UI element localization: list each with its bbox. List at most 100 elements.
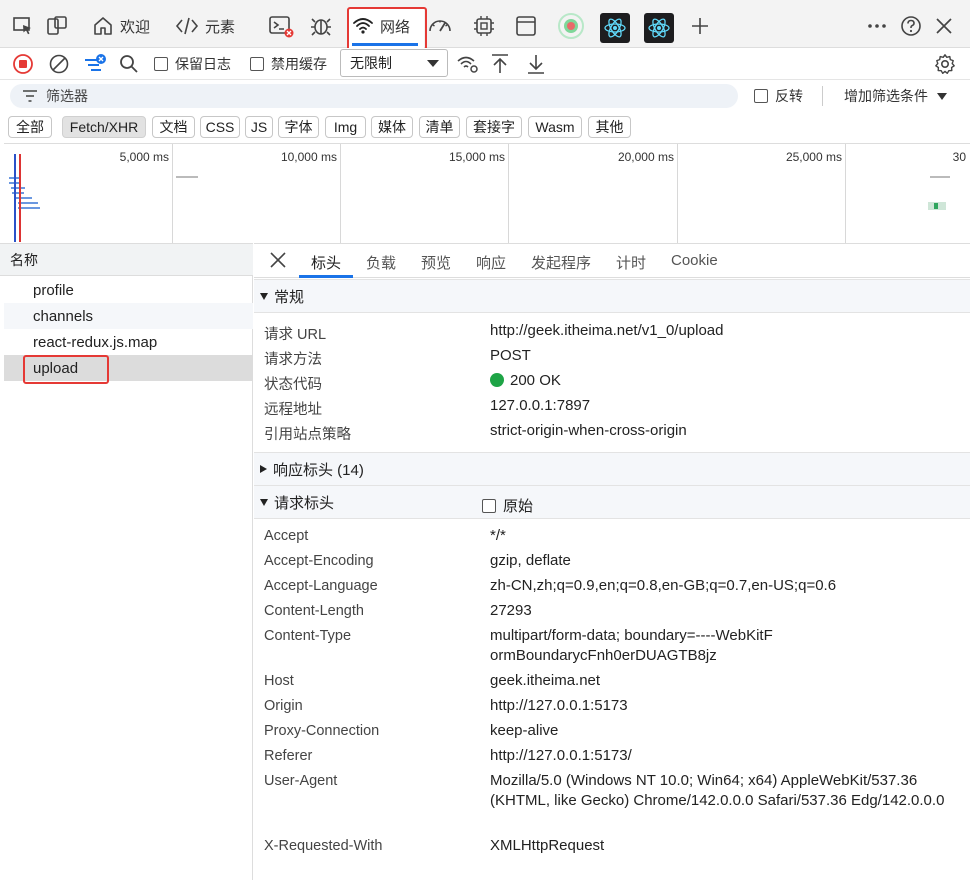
general-key: 引用站点策略 — [264, 427, 351, 443]
status-code-text: 200 OK — [510, 372, 561, 389]
general-value: POST — [490, 347, 531, 364]
request-header-value: http://127.0.0.1:5173/ — [490, 747, 632, 764]
status-code-value: 200 OK — [490, 371, 960, 391]
type-filter-all[interactable]: 全部 — [8, 116, 52, 138]
request-header-value: geek.itheima.net — [490, 672, 601, 689]
network-settings-button[interactable] — [934, 52, 956, 76]
network-overview[interactable]: 5,000 ms 10,000 ms 15,000 ms 20,000 ms 2… — [4, 143, 970, 244]
tab-welcome-label: 欢迎 — [120, 18, 151, 36]
tab-timing[interactable]: 计时 — [616, 252, 646, 273]
general-key: 状态代码 — [264, 377, 322, 393]
section-general-header[interactable]: 常规 — [254, 279, 970, 313]
tab-elements[interactable]: 元素 — [175, 8, 235, 44]
type-filter-doc[interactable]: 文档 — [152, 116, 195, 138]
filter-input[interactable]: 筛选器 — [10, 84, 738, 108]
request-row-react-redux-map[interactable]: react-redux.js.map — [4, 329, 253, 355]
request-header-key: Content-Type — [264, 628, 352, 644]
devtools-tab-bar: 欢迎 元素 网络 — [0, 0, 970, 53]
column-header-name[interactable]: 名称 — [0, 244, 253, 276]
type-filter-media[interactable]: 媒体 — [371, 116, 413, 138]
request-header-key: Proxy-Connection — [264, 723, 380, 739]
more-options-icon[interactable] — [866, 8, 888, 44]
export-har-button[interactable] — [526, 52, 546, 76]
green-circle-icon — [558, 13, 584, 39]
search-button[interactable] — [119, 52, 139, 76]
filter-icon — [23, 90, 37, 102]
record-stop-button[interactable] — [12, 52, 34, 76]
general-key: 请求 URL — [264, 327, 327, 343]
tab-react-components[interactable] — [600, 10, 630, 46]
disable-cache-checkbox[interactable]: 禁用缓存 — [250, 52, 327, 76]
general-key: 请求方法 — [264, 352, 322, 368]
type-filter-other[interactable]: 其他 — [588, 116, 631, 138]
tab-console[interactable] — [268, 8, 294, 44]
more-filters-label: 增加筛选条件 — [844, 88, 928, 104]
type-filter-fetch-xhr[interactable]: Fetch/XHR — [62, 116, 146, 138]
chip-icon — [474, 16, 494, 36]
type-filter-wasm[interactable]: Wasm — [528, 116, 582, 138]
tab-react-profiler[interactable] — [644, 10, 674, 46]
request-header-key: Origin — [264, 698, 303, 714]
type-filter-js[interactable]: JS — [245, 116, 273, 138]
type-filter-font[interactable]: 字体 — [278, 116, 319, 138]
tab-headers[interactable]: 标头 — [311, 252, 341, 273]
tab-response[interactable]: 响应 — [476, 252, 506, 273]
detail-tabs: 标头 负载 预览 响应 发起程序 计时 Cookie — [254, 244, 970, 278]
request-row-upload[interactable]: upload — [4, 355, 253, 381]
type-filter-label: 套接字 — [473, 119, 515, 135]
request-row-channels[interactable]: channels — [4, 303, 253, 329]
clear-button[interactable] — [48, 52, 70, 76]
overview-request-bar — [176, 176, 198, 178]
preserve-log-checkbox[interactable]: 保留日志 — [154, 52, 231, 76]
request-detail-pane: 标头 负载 预览 响应 发起程序 计时 Cookie 常规 请求 URL htt… — [254, 243, 970, 880]
dom-content-loaded-marker — [14, 154, 16, 242]
tab-payload[interactable]: 负载 — [366, 252, 396, 273]
help-icon[interactable] — [900, 8, 922, 44]
section-response-headers-title: 响应标头 (14) — [273, 461, 364, 479]
tab-initiator[interactable]: 发起程序 — [531, 252, 591, 273]
tab-memory[interactable] — [472, 8, 496, 44]
filter-toggle-button[interactable] — [83, 52, 109, 76]
tab-welcome[interactable]: 欢迎 — [92, 8, 150, 44]
invert-checkbox[interactable]: 反转 — [754, 84, 803, 108]
request-header-value: http://127.0.0.1:5173 — [490, 697, 628, 714]
type-filter-img[interactable]: Img — [325, 116, 366, 138]
import-har-button[interactable] — [490, 52, 510, 76]
close-devtools-icon[interactable] — [934, 8, 954, 44]
request-header-key: Referer — [264, 748, 313, 764]
close-detail-icon[interactable] — [269, 251, 287, 272]
tab-network[interactable]: 网络 — [352, 8, 410, 44]
request-header-key: Accept-Encoding — [264, 553, 374, 569]
request-header-key: Content-Length — [264, 603, 364, 619]
tab-cookies[interactable]: Cookie — [671, 252, 718, 269]
tab-sources[interactable] — [309, 8, 333, 44]
more-filters-dropdown[interactable]: 增加筛选条件 — [844, 84, 948, 108]
request-header-value: */* — [490, 527, 506, 544]
overview-tick-label: 20,000 ms — [617, 150, 674, 164]
type-filter-label: 文档 — [159, 119, 188, 135]
filter-active-icon — [85, 54, 106, 71]
gauge-icon — [429, 20, 451, 32]
raw-headers-checkbox[interactable]: 原始 — [482, 495, 533, 516]
request-header-value: Mozilla/5.0 (Windows NT 10.0; Win64; x64… — [490, 772, 945, 809]
device-toolbar-icon[interactable] — [46, 8, 68, 44]
type-filter-label: 清单 — [425, 119, 454, 135]
network-conditions-button[interactable] — [456, 52, 480, 76]
request-row-profile[interactable]: profile — [4, 277, 253, 303]
tab-extension-green[interactable] — [557, 8, 585, 44]
tab-performance[interactable] — [427, 8, 453, 44]
tab-preview[interactable]: 预览 — [421, 252, 451, 273]
type-filter-manifest[interactable]: 清单 — [419, 116, 460, 138]
throttling-select[interactable]: 无限制 — [340, 49, 448, 77]
more-tools-plus-icon[interactable] — [690, 8, 710, 44]
preserve-log-label: 保留日志 — [175, 56, 231, 72]
type-filter-css[interactable]: CSS — [200, 116, 240, 138]
section-request-headers-header[interactable]: 请求标头 原始 — [254, 485, 970, 519]
type-filter-socket[interactable]: 套接字 — [466, 116, 522, 138]
tab-application[interactable] — [515, 8, 537, 44]
stop-record-icon — [13, 54, 33, 74]
home-icon — [94, 17, 112, 35]
inspect-element-icon[interactable] — [12, 8, 34, 44]
type-filter-label: Wasm — [535, 119, 575, 135]
section-response-headers-header[interactable]: 响应标头 (14) — [254, 452, 970, 486]
